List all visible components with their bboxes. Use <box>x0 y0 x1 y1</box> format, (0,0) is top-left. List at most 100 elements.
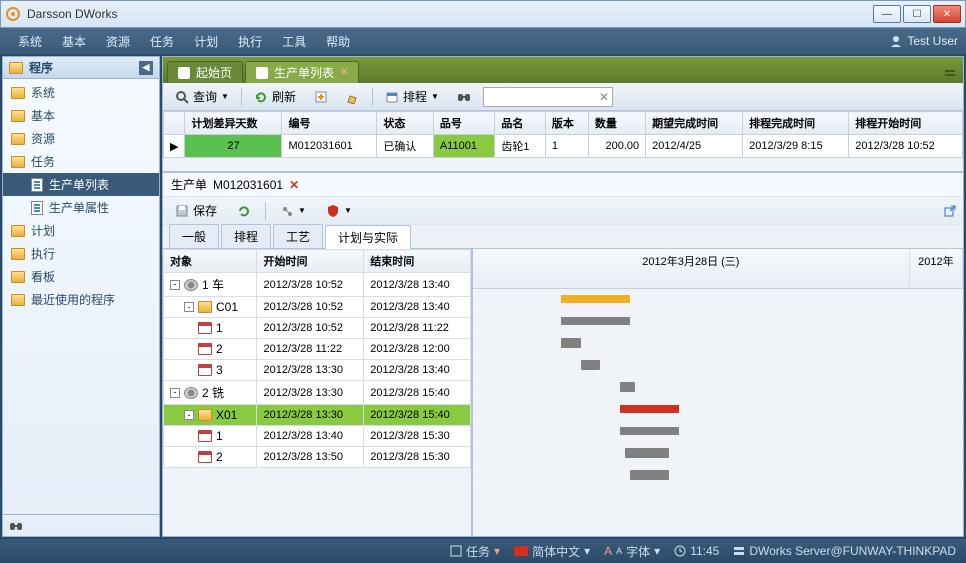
gantt-bar[interactable] <box>630 470 669 480</box>
dtab-plan-actual[interactable]: 计划与实际 <box>325 225 411 249</box>
edit-button[interactable] <box>340 88 366 106</box>
pcol-start[interactable]: 开始时间 <box>257 250 364 273</box>
gantt-bar[interactable] <box>625 448 669 458</box>
maximize-button[interactable]: ☐ <box>903 5 931 23</box>
col-no[interactable]: 编号 <box>282 112 377 135</box>
refresh-detail-button[interactable] <box>231 202 257 220</box>
status-task[interactable]: 任务 ▾ <box>450 543 500 560</box>
gantt-chart[interactable]: 2012年3月28日 (三) 2012年 <box>473 249 963 536</box>
menu-exec[interactable]: 执行 <box>228 29 272 54</box>
plan-row[interactable]: 12012/3/28 10:522012/3/28 11:22 <box>164 318 471 339</box>
gear-icon <box>184 279 198 291</box>
new-icon <box>314 90 328 104</box>
gantt-bar[interactable] <box>581 360 601 370</box>
col-due[interactable]: 期望完成时间 <box>646 112 743 135</box>
col-status[interactable]: 状态 <box>377 112 433 135</box>
tree-toggle[interactable]: - <box>170 388 180 398</box>
plan-row[interactable]: 22012/3/28 13:502012/3/28 15:30 <box>164 447 471 468</box>
sidebar-item[interactable]: 任务 <box>3 150 159 173</box>
tree-toggle[interactable]: - <box>184 410 194 420</box>
sidebar-item[interactable]: 生产单属性 <box>3 196 159 219</box>
query-button[interactable]: 查询 ▼ <box>169 86 235 107</box>
minimize-button[interactable]: — <box>873 5 901 23</box>
menu-help[interactable]: 帮助 <box>316 29 360 54</box>
menu-basic[interactable]: 基本 <box>52 29 96 54</box>
popout-button[interactable] <box>943 204 957 218</box>
gantt-bar[interactable] <box>561 317 630 325</box>
menu-resource[interactable]: 资源 <box>96 29 140 54</box>
collapse-sidebar-button[interactable]: ◀ <box>139 61 153 75</box>
doc-icon <box>31 201 43 215</box>
shield-button[interactable]: ▼ <box>320 202 358 220</box>
clear-search-button[interactable]: ✕ <box>599 90 609 104</box>
close-detail-button[interactable]: ✕ <box>289 178 299 192</box>
tab-overflow-icon[interactable] <box>943 67 959 83</box>
plan-row[interactable]: -1 车2012/3/28 10:522012/3/28 13:40 <box>164 273 471 297</box>
col-sched-start[interactable]: 排程开始时间 <box>849 112 963 135</box>
gantt-bar[interactable] <box>620 427 679 435</box>
refresh-button[interactable]: 刷新 <box>248 86 302 107</box>
gantt-bar[interactable] <box>620 382 635 392</box>
status-server[interactable]: DWorks Server@FUNWAY-THINKPAD <box>733 544 956 558</box>
new-button[interactable] <box>308 88 334 106</box>
dtab-general[interactable]: 一般 <box>169 224 219 248</box>
col-pno[interactable]: 品号 <box>433 112 495 135</box>
gantt-row <box>473 465 963 487</box>
plan-row[interactable]: 22012/3/28 11:222012/3/28 12:00 <box>164 339 471 360</box>
plan-row[interactable]: 12012/3/28 13:402012/3/28 15:30 <box>164 426 471 447</box>
gantt-bar[interactable] <box>620 405 679 413</box>
binoculars-icon[interactable] <box>9 519 23 533</box>
sidebar-item[interactable]: 生产单列表 <box>3 173 159 196</box>
plan-row[interactable]: 32012/3/28 13:302012/3/28 13:40 <box>164 360 471 381</box>
col-qty[interactable]: 数量 <box>588 112 645 135</box>
link-button[interactable]: ▼ <box>274 202 312 220</box>
pcol-obj[interactable]: 对象 <box>164 250 257 273</box>
tab-order-list[interactable]: 生产单列表 ✕ <box>245 61 359 83</box>
tree-toggle[interactable]: - <box>170 280 180 290</box>
menu-plan[interactable]: 计划 <box>184 29 228 54</box>
gantt-bar[interactable] <box>561 295 630 303</box>
sidebar-item[interactable]: 计划 <box>3 219 159 242</box>
col-pname[interactable]: 品名 <box>495 112 546 135</box>
dtab-schedule[interactable]: 排程 <box>221 224 271 248</box>
dtab-process[interactable]: 工艺 <box>273 224 323 248</box>
menu-task[interactable]: 任务 <box>140 29 184 54</box>
title-bar: Darsson DWorks — ☐ ✕ <box>0 0 966 28</box>
sidebar-item[interactable]: 看板 <box>3 265 159 288</box>
pcol-end[interactable]: 结束时间 <box>364 250 471 273</box>
plan-end: 2012/3/28 13:40 <box>364 297 471 318</box>
menu-system[interactable]: 系统 <box>8 29 52 54</box>
sidebar-item[interactable]: 基本 <box>3 104 159 127</box>
sidebar-item[interactable]: 最近使用的程序 <box>3 288 159 311</box>
cell-sched-end: 2012/3/29 8:15 <box>743 135 849 158</box>
plan-row[interactable]: -C012012/3/28 10:522012/3/28 13:40 <box>164 297 471 318</box>
save-button[interactable]: 保存 <box>169 200 223 221</box>
current-user[interactable]: Test User <box>889 34 958 48</box>
folder-icon <box>198 409 212 421</box>
plan-row[interactable]: -X012012/3/28 13:302012/3/28 15:40 <box>164 405 471 426</box>
sidebar-item[interactable]: 执行 <box>3 242 159 265</box>
schedule-button[interactable]: 排程 ▼ <box>379 86 445 107</box>
col-sched-end[interactable]: 排程完成时间 <box>743 112 849 135</box>
find-button[interactable] <box>451 88 477 106</box>
sidebar-tree: 系统基本资源任务生产单列表生产单属性计划执行看板最近使用的程序 <box>3 79 159 514</box>
tab-close-button[interactable]: ✕ <box>340 67 348 78</box>
gantt-bar[interactable] <box>561 338 581 348</box>
status-language[interactable]: 简体中文 ▾ <box>514 543 590 560</box>
tab-start-page[interactable]: 起始页 <box>167 61 243 83</box>
dropdown-icon: ▼ <box>431 92 439 101</box>
sidebar-item[interactable]: 资源 <box>3 127 159 150</box>
tree-toggle[interactable]: - <box>184 302 194 312</box>
sidebar-item-label: 看板 <box>31 268 55 285</box>
gantt-day-label: 2012年 <box>910 249 963 288</box>
status-font[interactable]: AA 字体 ▾ <box>604 543 660 560</box>
plan-row[interactable]: -2 铣2012/3/28 13:302012/3/28 15:40 <box>164 381 471 405</box>
grid-row[interactable]: ▶ 27 M012031601 已确认 A11001 齿轮1 1 200.00 … <box>164 135 963 158</box>
sidebar-item[interactable]: 系统 <box>3 81 159 104</box>
search-input[interactable] <box>483 87 613 107</box>
col-diff[interactable]: 计划差异天数 <box>185 112 282 135</box>
col-ver[interactable]: 版本 <box>545 112 588 135</box>
menu-tools[interactable]: 工具 <box>272 29 316 54</box>
close-button[interactable]: ✕ <box>933 5 961 23</box>
detail-panel: 生产单 M012031601 ✕ 保存 ▼ ▼ <box>163 171 963 536</box>
